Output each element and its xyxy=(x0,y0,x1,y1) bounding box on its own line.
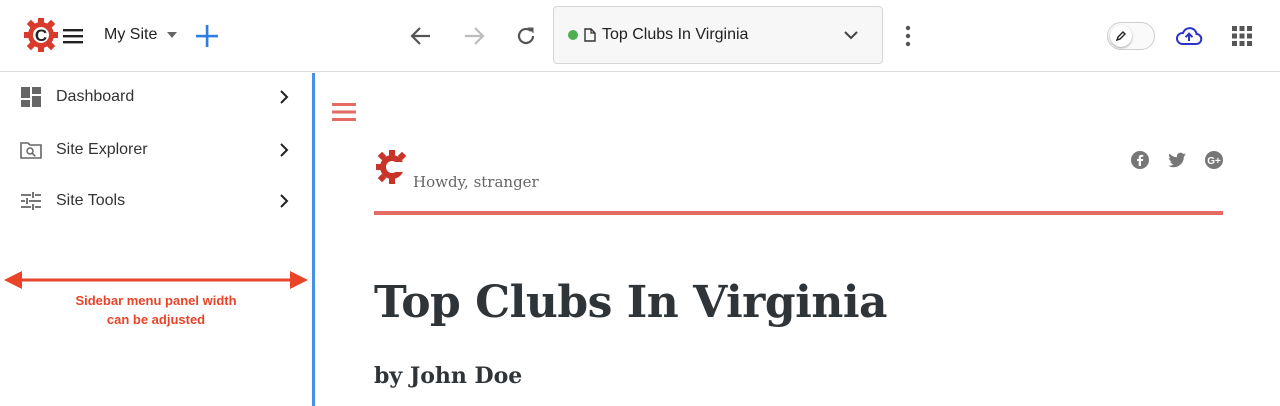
greeting-text: Howdy, stranger xyxy=(413,173,539,191)
chevron-right-icon xyxy=(276,193,292,209)
more-options-button[interactable] xyxy=(897,22,919,50)
sidebar-item-site-tools[interactable]: Site Tools xyxy=(0,179,312,223)
post-title: Top Clubs In Virginia xyxy=(374,277,888,328)
crafter-logo-icon[interactable]: C xyxy=(24,17,58,53)
cloud-upload-icon xyxy=(1176,27,1203,45)
header-divider xyxy=(374,211,1223,215)
caret-down-icon xyxy=(167,32,178,38)
chevron-right-icon xyxy=(276,89,292,105)
site-name: My Site xyxy=(104,26,158,43)
double-arrow-icon xyxy=(4,271,308,289)
grid-icon xyxy=(1232,26,1252,46)
annotation-line-1: Sidebar menu panel width xyxy=(75,293,237,308)
google-plus-icon[interactable]: G+ xyxy=(1204,150,1224,170)
plus-icon xyxy=(196,25,218,47)
sidebar-item-label: Dashboard xyxy=(56,88,135,105)
site-switcher[interactable]: My Site xyxy=(104,22,178,48)
apps-button[interactable] xyxy=(1228,22,1256,50)
svg-text:G+: G+ xyxy=(1207,156,1221,167)
folder-search-icon xyxy=(20,139,42,161)
chevron-right-icon xyxy=(276,142,292,158)
refresh-icon xyxy=(517,27,535,45)
sidebar-item-dashboard[interactable]: Dashboard xyxy=(0,75,312,119)
pencil-icon xyxy=(1110,25,1132,47)
twitter-icon[interactable] xyxy=(1167,150,1187,170)
reload-button[interactable] xyxy=(512,22,540,50)
facebook-icon[interactable] xyxy=(1130,150,1150,170)
site-preview: Howdy, stranger G+ Top Clubs In Virginia… xyxy=(315,73,1280,406)
dashboard-icon xyxy=(20,86,42,108)
address-title: Top Clubs In Virginia xyxy=(602,26,749,43)
arrow-right-icon xyxy=(465,27,485,45)
forward-button[interactable] xyxy=(460,22,488,50)
sidebar-panel: Dashboard Site Explorer Site Tools Sideb… xyxy=(0,73,312,406)
studio-app: C My Site Top Clubs In Virginia Dashboar… xyxy=(0,0,1280,406)
preview-menu-icon[interactable] xyxy=(332,101,356,123)
arrow-left-icon xyxy=(410,27,430,45)
sidebar-item-site-explorer[interactable]: Site Explorer xyxy=(0,128,312,172)
top-toolbar: C My Site Top Clubs In Virginia xyxy=(0,0,1280,72)
hamburger-icon xyxy=(63,29,83,44)
address-bar[interactable]: Top Clubs In Virginia xyxy=(553,6,883,64)
page-icon xyxy=(584,28,596,42)
status-dot xyxy=(568,30,578,40)
chevron-down-icon[interactable] xyxy=(842,26,860,44)
sidebar-item-label: Site Explorer xyxy=(56,141,148,158)
publish-button[interactable] xyxy=(1174,22,1204,50)
sidebar-item-label: Site Tools xyxy=(56,192,126,209)
edit-mode-toggle[interactable] xyxy=(1107,22,1155,50)
sliders-icon xyxy=(20,190,42,212)
sidebar-toggle-button[interactable] xyxy=(60,24,86,48)
svg-text:C: C xyxy=(35,26,47,45)
resize-annotation: Sidebar menu panel width can be adjusted xyxy=(36,291,276,329)
kebab-menu-icon xyxy=(905,25,911,47)
annotation-line-2: can be adjusted xyxy=(106,312,206,327)
site-logo-icon[interactable] xyxy=(375,148,411,188)
add-content-button[interactable] xyxy=(193,22,221,50)
back-button[interactable] xyxy=(407,22,435,50)
post-author: by John Doe xyxy=(374,363,523,389)
